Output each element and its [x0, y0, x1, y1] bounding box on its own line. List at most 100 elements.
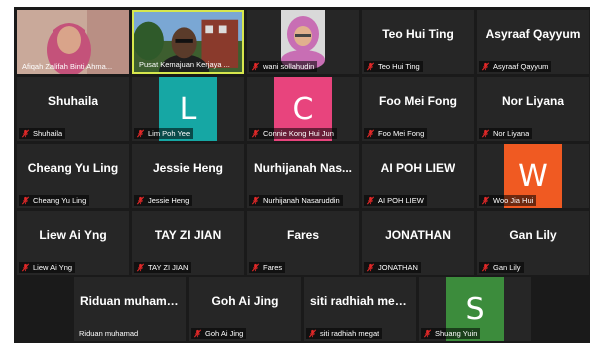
- participant-name-label: Nurhijanah Nasaruddin: [249, 195, 343, 206]
- participant-tile[interactable]: Liew Ai Yng Liew Ai Yng: [17, 211, 129, 275]
- participant-name: Riduan muhamad: [79, 329, 139, 338]
- participant-title: Foo Mei Fong: [379, 94, 457, 108]
- participant-tile[interactable]: Foo Mei Fong Foo Mei Fong: [362, 77, 474, 141]
- participant-name-label: Cheang Yu Ling: [19, 195, 90, 206]
- participant-name-label: wani sollahudin: [249, 61, 318, 72]
- participant-display-name: Shuhaila: [17, 77, 129, 125]
- mic-muted-icon: [366, 129, 375, 138]
- participant-name: Cheang Yu Ling: [33, 196, 87, 205]
- participant-title: Jessie Heng: [152, 161, 224, 175]
- participant-tile[interactable]: wani sollahudin: [247, 10, 359, 74]
- mic-muted-icon: [251, 129, 260, 138]
- participant-display-name: Nurhijanah Nas...: [247, 144, 359, 192]
- participant-display-name: Foo Mei Fong: [362, 77, 474, 125]
- mic-muted-icon: [21, 196, 30, 205]
- participant-name-label: Woo Jia Hui: [479, 195, 537, 206]
- participant-tile[interactable]: Goh Ai Jing Goh Ai Jing: [189, 277, 301, 341]
- participant-name: Asyraaf Qayyum: [493, 62, 549, 71]
- participant-title: Liew Ai Yng: [39, 228, 107, 242]
- participant-tile[interactable]: W Woo Jia Hui: [477, 144, 589, 208]
- participant-name: Shuhaila: [33, 129, 63, 138]
- participant-tile[interactable]: Shuhaila Shuhaila: [17, 77, 129, 141]
- mic-muted-icon: [21, 263, 30, 272]
- participant-title: AI POH LIEW: [380, 161, 456, 175]
- participant-name: Liew Ai Yng: [33, 263, 73, 272]
- participant-title: TAY ZI JIAN: [154, 228, 222, 242]
- participant-tile[interactable]: Jessie Heng Jessie Heng: [132, 144, 244, 208]
- participant-name-label: Teo Hui Ting: [364, 61, 423, 72]
- participant-display-name: Cheang Yu Ling: [17, 144, 129, 192]
- participant-tile[interactable]: AI POH LIEW AI POH LIEW: [362, 144, 474, 208]
- participant-title: Shuhaila: [47, 94, 98, 108]
- participant-tile[interactable]: Afiqah Zalifah Binti Ahma...: [17, 10, 129, 74]
- participant-name-label: Goh Ai Jing: [191, 328, 247, 339]
- participant-title: JONATHAN: [385, 228, 451, 242]
- participant-name-label: JONATHAN: [364, 262, 421, 273]
- participant-name-label: Connie Kong Hui Jun: [249, 128, 337, 139]
- participant-tile[interactable]: Riduan muhamad Riduan muhamad: [74, 277, 186, 341]
- participant-display-name: siti radhiah meg...: [304, 277, 416, 325]
- participant-display-name: Fares: [247, 211, 359, 259]
- participant-tile[interactable]: S Shuang Yuin: [419, 277, 531, 341]
- participant-name: wani sollahudin: [263, 62, 315, 71]
- participant-tile[interactable]: L Lim Poh Yee: [132, 77, 244, 141]
- mic-muted-icon: [481, 129, 490, 138]
- mic-muted-icon: [251, 263, 260, 272]
- participant-tile[interactable]: Fares Fares: [247, 211, 359, 275]
- participant-display-name: JONATHAN: [362, 211, 474, 259]
- participant-name: Lim Poh Yee: [148, 129, 191, 138]
- participant-display-name: Gan Lily: [477, 211, 589, 259]
- participant-display-name: Asyraaf Qayyum: [477, 10, 589, 58]
- participant-name-label: Riduan muhamad: [76, 328, 141, 339]
- participant-display-name: Jessie Heng: [132, 144, 244, 192]
- participant-name-label: Foo Mei Fong: [364, 128, 428, 139]
- participant-title: Riduan muhamad: [80, 294, 180, 308]
- participant-name-label: Gan Lily: [479, 262, 524, 273]
- participant-name-label: Liew Ai Yng: [19, 262, 76, 273]
- mic-muted-icon: [366, 263, 375, 272]
- avatar-initial: L: [179, 91, 197, 127]
- participant-name-label: Nor Liyana: [479, 128, 533, 139]
- participant-name: Nor Liyana: [493, 129, 530, 138]
- participant-name: Foo Mei Fong: [378, 129, 425, 138]
- mic-muted-icon: [136, 196, 145, 205]
- participant-tile[interactable]: TAY ZI JIAN TAY ZI JIAN: [132, 211, 244, 275]
- participant-name: Nurhijanah Nasaruddin: [263, 196, 340, 205]
- participant-title: Nor Liyana: [501, 94, 564, 108]
- mic-muted-icon: [136, 129, 145, 138]
- participant-tile[interactable]: C Connie Kong Hui Jun: [247, 77, 359, 141]
- participant-name-label: TAY ZI JIAN: [134, 262, 192, 273]
- participant-title: Fares: [286, 228, 320, 242]
- participant-tile[interactable]: Gan Lily Gan Lily: [477, 211, 589, 275]
- participant-tile[interactable]: Cheang Yu Ling Cheang Yu Ling: [17, 144, 129, 208]
- mic-muted-icon: [481, 196, 490, 205]
- participant-display-name: Nor Liyana: [477, 77, 589, 125]
- participant-tile[interactable]: Nurhijanah Nas... Nurhijanah Nasaruddin: [247, 144, 359, 208]
- participant-display-name: Teo Hui Ting: [362, 10, 474, 58]
- participant-name: Teo Hui Ting: [378, 62, 420, 71]
- mic-muted-icon: [481, 62, 490, 71]
- participant-name: AI POH LIEW: [378, 196, 424, 205]
- participant-title: Cheang Yu Ling: [27, 161, 119, 175]
- participant-tile[interactable]: Nor Liyana Nor Liyana: [477, 77, 589, 141]
- participant-name-label: Pusat Kemajuan Kerjaya ...: [136, 59, 233, 70]
- participant-tile[interactable]: Asyraaf Qayyum Asyraaf Qayyum: [477, 10, 589, 74]
- participant-display-name: Riduan muhamad: [74, 277, 186, 325]
- mic-muted-icon: [308, 329, 317, 338]
- avatar-initial: S: [465, 291, 485, 327]
- participant-tile[interactable]: Pusat Kemajuan Kerjaya ...: [132, 10, 244, 74]
- participant-name-label: AI POH LIEW: [364, 195, 427, 206]
- participant-name: JONATHAN: [378, 263, 418, 272]
- participant-tile[interactable]: siti radhiah meg... siti radhiah megat: [304, 277, 416, 341]
- avatar-initial: W: [518, 158, 548, 194]
- mic-muted-icon: [193, 329, 202, 338]
- participant-title: siti radhiah meg...: [310, 294, 410, 308]
- participant-display-name: Liew Ai Yng: [17, 211, 129, 259]
- participant-name: Afiqah Zalifah Binti Ahma...: [22, 62, 113, 71]
- participant-name: siti radhiah megat: [320, 329, 380, 338]
- participant-tile[interactable]: JONATHAN JONATHAN: [362, 211, 474, 275]
- participant-tile[interactable]: Teo Hui Ting Teo Hui Ting: [362, 10, 474, 74]
- mic-muted-icon: [136, 263, 145, 272]
- participant-title: Teo Hui Ting: [382, 27, 454, 41]
- participant-name: TAY ZI JIAN: [148, 263, 189, 272]
